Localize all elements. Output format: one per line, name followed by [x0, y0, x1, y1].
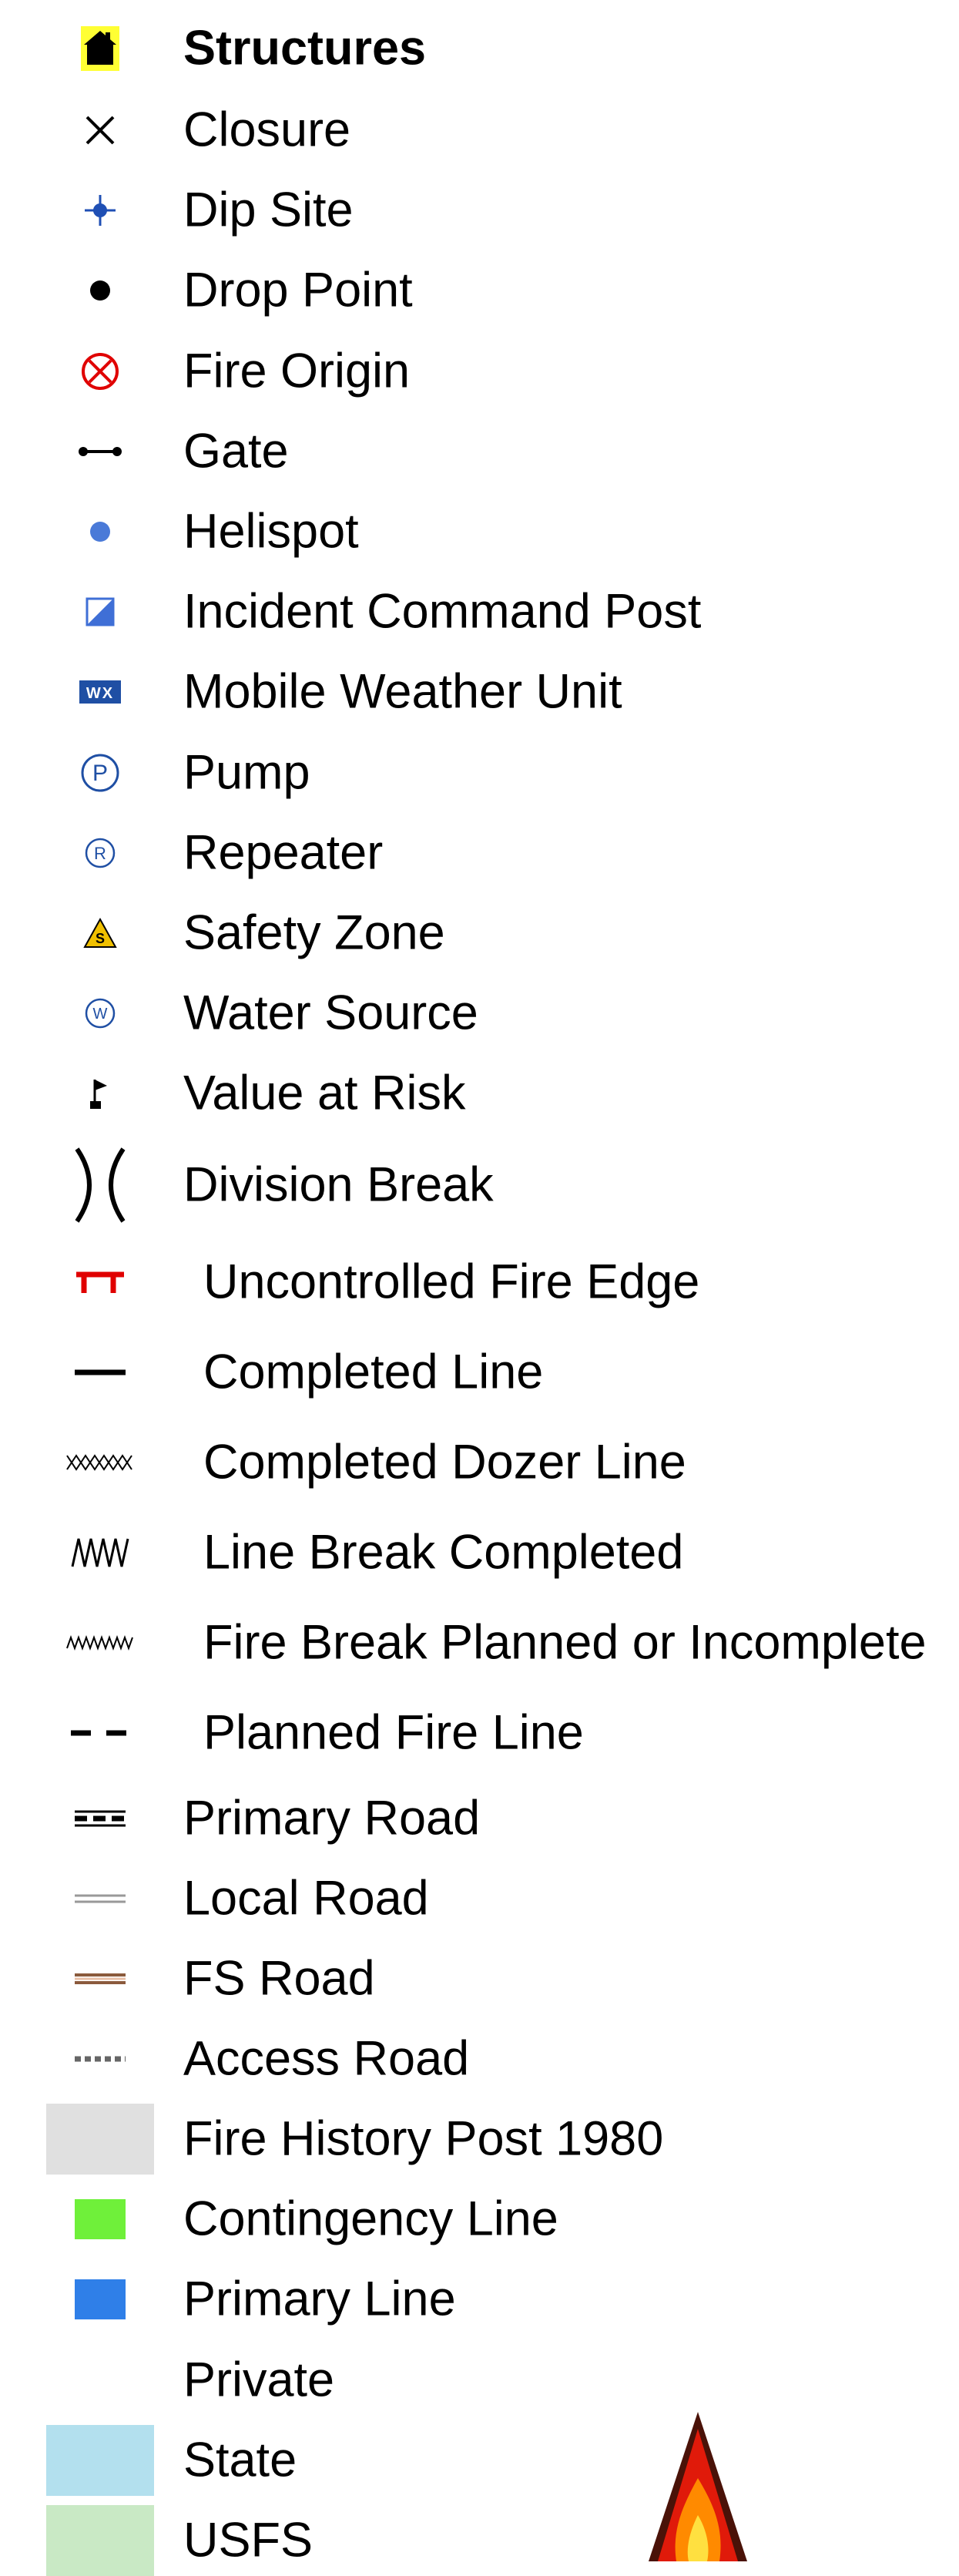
legend-label: Contingency Line [183, 2191, 558, 2246]
svg-text:P: P [92, 761, 108, 786]
legend-label: Water Source [183, 986, 478, 1040]
fs-road-icon [73, 1971, 127, 1987]
flag-icon [89, 1076, 112, 1110]
black-dot-icon [85, 275, 116, 306]
green-swatch-icon [75, 2199, 126, 2239]
legend-label: Line Break Completed [203, 1525, 684, 1580]
legend-label: Mobile Weather Unit [183, 664, 622, 719]
legend-label: Value at Risk [183, 1066, 466, 1120]
svg-text:R: R [94, 844, 106, 863]
local-road-icon [73, 1891, 127, 1906]
circled-p-icon: P [79, 752, 121, 794]
legend-label: Helispot [183, 504, 359, 559]
svg-text:WX: WX [86, 685, 114, 702]
legend-label: Division Break [183, 1157, 494, 1212]
access-road-icon [73, 2053, 127, 2065]
uncontrolled-edge-icon [73, 1267, 127, 1298]
legend-label: Primary Road [183, 1791, 481, 1846]
legend-label: State [183, 2433, 297, 2487]
legend-label: Closure [183, 102, 351, 157]
legend-label: Gate [183, 424, 289, 479]
legend-label: Completed Line [203, 1345, 544, 1399]
blue-swatch-icon [75, 2279, 126, 2319]
fire-arrow-icon [649, 2412, 747, 2561]
gate-icon [77, 440, 123, 463]
legend-label: Fire Break Planned or Incomplete [203, 1615, 927, 1670]
legend-label: Fire History Post 1980 [183, 2111, 664, 2166]
dashed-line-icon [69, 1725, 131, 1741]
light-blue-swatch-icon [46, 2425, 154, 2496]
legend-label: Planned Fire Line [203, 1705, 584, 1760]
legend-label: Repeater [183, 825, 384, 880]
primary-road-icon [73, 1809, 127, 1829]
legend-label: Drop Point [183, 263, 413, 317]
legend-label: USFS [183, 2513, 314, 2568]
svg-text:S: S [96, 931, 105, 946]
blue-dot-icon [85, 516, 116, 547]
light-green-swatch-icon [46, 2505, 154, 2576]
legend-label: Fire Origin [183, 344, 411, 398]
legend-label: Dip Site [183, 183, 354, 237]
crosshair-dot-icon [81, 191, 119, 230]
circled-x-icon [77, 348, 123, 395]
command-post-icon [85, 596, 116, 627]
legend-label: Primary Line [183, 2272, 456, 2326]
legend-label: Safety Zone [183, 905, 445, 960]
wavy-line-icon [65, 1631, 135, 1654]
legend-label: Pump [183, 745, 310, 800]
circled-w-icon: W [83, 996, 117, 1030]
safety-triangle-icon: S [82, 917, 118, 949]
zigzag-line-icon [69, 1536, 131, 1570]
dozer-line-icon [65, 1451, 135, 1474]
weather-unit-icon: WX [79, 680, 121, 704]
legend-label: Access Road [183, 2031, 470, 2086]
legend-label: Incident Command Post [183, 584, 702, 639]
division-break-icon [69, 1143, 131, 1228]
legend-label: Completed Dozer Line [203, 1435, 686, 1490]
solid-line-icon [73, 1365, 127, 1380]
legend-label: Uncontrolled Fire Edge [203, 1254, 700, 1309]
circled-r-icon: R [83, 836, 117, 870]
legend-label: Private [183, 2353, 335, 2407]
empty-swatch-icon [46, 2345, 154, 2416]
house-icon [73, 22, 127, 76]
svg-text:W: W [93, 1006, 108, 1023]
x-cross-icon [81, 111, 119, 149]
legend-label: Structures [183, 21, 427, 76]
legend-label: FS Road [183, 1951, 375, 2006]
gray-swatch-icon [46, 2104, 154, 2175]
legend-label: Local Road [183, 1871, 429, 1926]
